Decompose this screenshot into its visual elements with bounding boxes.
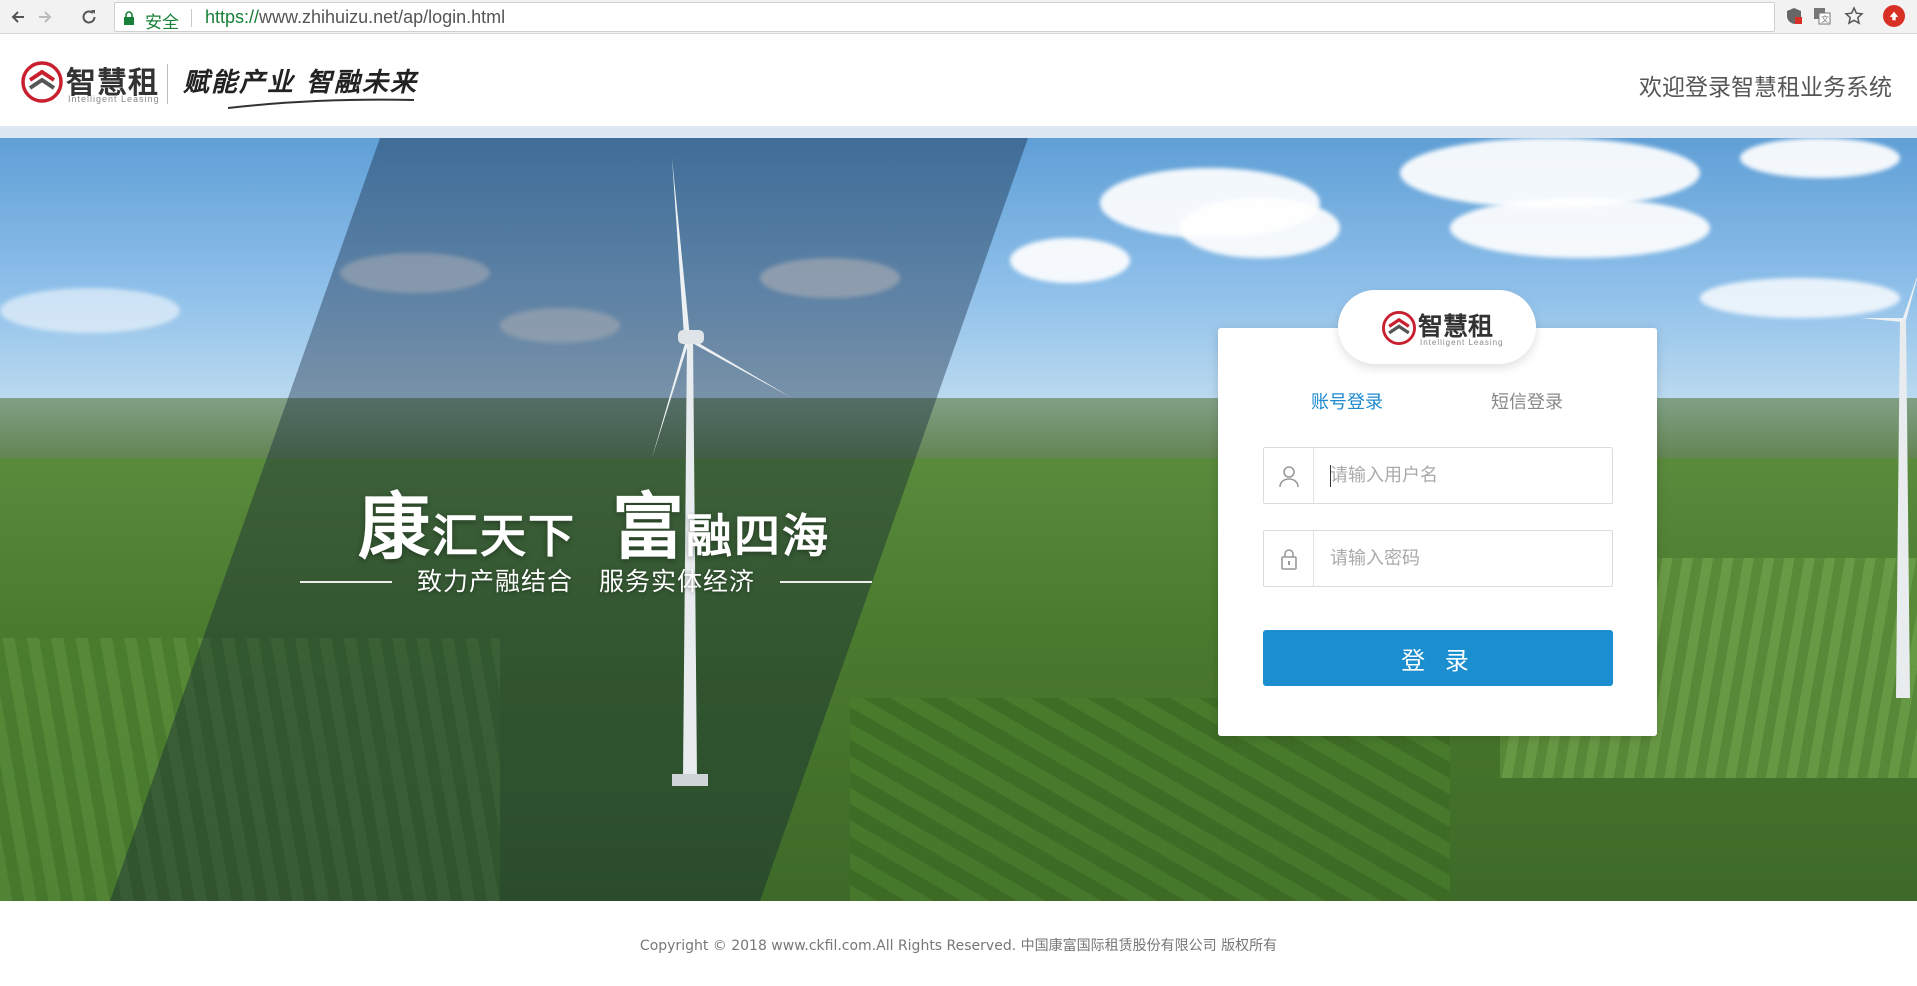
forward-button[interactable] bbox=[33, 5, 57, 29]
hero-rule-right bbox=[780, 581, 872, 583]
reload-icon bbox=[82, 10, 96, 24]
hero-subline: 致力产融结合 服务实体经济 bbox=[416, 567, 755, 596]
hero-headline-part: 汇天下 bbox=[432, 509, 577, 563]
logo-divider bbox=[167, 64, 168, 104]
tab-account-login[interactable]: 账号登录 bbox=[1311, 388, 1383, 414]
hero-headline-part: 融四海 bbox=[686, 509, 831, 563]
svg-text:文: 文 bbox=[1821, 14, 1829, 24]
url-path: www.zhihuizu.net/ap/login.html bbox=[259, 7, 506, 27]
card-brand-name-en: Intelligent Leasing bbox=[1420, 338, 1504, 347]
secure-label: 安全 bbox=[145, 13, 179, 33]
header-strip bbox=[0, 126, 1917, 138]
profile-button[interactable] bbox=[1883, 5, 1905, 27]
lock-icon bbox=[124, 11, 134, 25]
address-bar[interactable]: 安全 https://www.zhihuizu.net/ap/login.htm… bbox=[114, 2, 1775, 33]
brand-logo-icon bbox=[1382, 311, 1416, 345]
hero-headline-char: 康 bbox=[358, 485, 433, 569]
login-card: 账号登录 短信登录 登 录 bbox=[1218, 328, 1657, 736]
padlock-icon bbox=[1264, 531, 1314, 586]
password-field bbox=[1263, 530, 1613, 587]
star-icon bbox=[1844, 6, 1864, 25]
url-scheme: https:// bbox=[205, 7, 260, 27]
browser-toolbar: 安全 https://www.zhihuizu.net/ap/login.htm… bbox=[0, 0, 1917, 34]
username-field bbox=[1263, 447, 1613, 504]
tab-sms-login[interactable]: 短信登录 bbox=[1491, 388, 1563, 414]
brand-logo-icon bbox=[21, 61, 63, 103]
forward-icon bbox=[39, 11, 52, 23]
page-footer: Copyright © 2018 www.ckfil.com.All Right… bbox=[0, 901, 1917, 986]
translate-icon: 文 bbox=[1814, 8, 1831, 25]
wind-turbine bbox=[1860, 276, 1917, 698]
user-icon bbox=[1264, 448, 1314, 503]
text-caret bbox=[1330, 465, 1331, 487]
url-text[interactable]: https://www.zhihuizu.net/ap/login.html bbox=[205, 7, 505, 28]
omnibox-divider bbox=[191, 9, 192, 27]
back-button[interactable] bbox=[6, 5, 30, 29]
shield-extension-button[interactable] bbox=[1784, 6, 1804, 26]
username-input[interactable] bbox=[1330, 448, 1600, 503]
login-button[interactable]: 登 录 bbox=[1263, 630, 1613, 686]
shield-icon bbox=[1787, 8, 1802, 24]
bookmark-star-button[interactable] bbox=[1844, 6, 1864, 26]
translate-button[interactable]: 文 bbox=[1812, 6, 1832, 26]
brand-name-en: Intelligent Leasing bbox=[68, 94, 160, 104]
card-logo-badge: 智慧租 Intelligent Leasing bbox=[1338, 290, 1536, 364]
welcome-text: 欢迎登录智慧租业务系统 bbox=[1639, 75, 1892, 101]
copyright-text: Copyright © 2018 www.ckfil.com.All Right… bbox=[639, 938, 1278, 954]
back-icon bbox=[11, 11, 24, 23]
hero-headline-char: 富 bbox=[612, 485, 687, 569]
hero-headline: 康汇天下 富融四海 bbox=[358, 468, 830, 573]
reload-button[interactable] bbox=[77, 5, 101, 29]
site-header: 智慧租 Intelligent Leasing 赋能产业 智融未来 欢迎登录智慧… bbox=[0, 34, 1917, 126]
password-input[interactable] bbox=[1330, 531, 1600, 586]
slogan-swoosh bbox=[227, 98, 415, 109]
profile-icon bbox=[1889, 11, 1899, 21]
